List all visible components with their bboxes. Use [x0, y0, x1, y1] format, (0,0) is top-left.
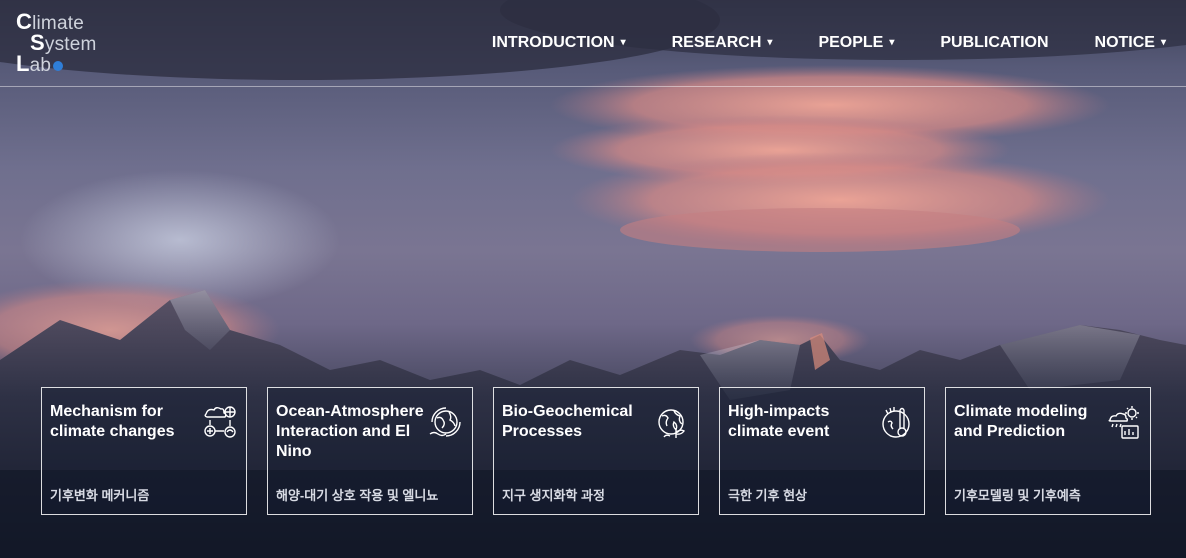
hero-banner: Climate System Lab INTRODUCTION ▾ RESEARC…	[0, 0, 1186, 558]
card-subtitle: 극한 기후 현상	[728, 488, 807, 503]
card-high-impacts[interactable]: High-impacts climate event 극한 기후 현상	[719, 387, 925, 515]
logo-line-system: System	[30, 30, 97, 55]
card-title: Mechanism for climate changes	[50, 403, 175, 440]
card-title: Climate modeling and Prediction	[954, 403, 1088, 440]
card-climate-modeling[interactable]: Climate modeling and Prediction 기후모델링 및 …	[945, 387, 1151, 515]
nav-notice[interactable]: NOTICE ▾	[1095, 34, 1166, 52]
earth-plant-icon	[658, 409, 686, 438]
thermometer-icon	[882, 407, 910, 438]
ocean-globe-icon	[429, 407, 461, 437]
card-title: Ocean-Atmosphere Interaction and El Nino	[276, 403, 424, 460]
research-cards: Mechanism for climate changes 기후변화 메커니즘 …	[41, 387, 1151, 515]
card-title: Bio-Geochemical Processes	[502, 403, 633, 440]
logo-line-lab: Lab	[16, 53, 64, 75]
nav-introduction[interactable]: INTRODUCTION ▾	[492, 34, 626, 52]
main-nav: INTRODUCTION ▾ RESEARCH ▾ PEOPLE ▾ PUBLICAT…	[446, 34, 1166, 52]
card-mechanism[interactable]: Mechanism for climate changes 기후변화 메커니즘	[41, 387, 247, 515]
top-navigation-bar: Climate System Lab INTRODUCTION ▾ RESEARC…	[0, 0, 1186, 87]
climate-mechanism-icon	[204, 406, 236, 438]
card-subtitle: 기후모델링 및 기후예측	[954, 488, 1081, 503]
globe-icon	[53, 60, 64, 71]
card-subtitle: 지구 생지화학 과정	[502, 488, 605, 503]
card-title: High-impacts climate event	[728, 403, 830, 440]
card-subtitle: 기후변화 메커니즘	[50, 488, 150, 503]
nav-publication[interactable]: PUBLICATION	[940, 34, 1048, 52]
card-ocean-atmosphere[interactable]: Ocean-Atmosphere Interaction and El Nino…	[267, 387, 473, 515]
nav-research[interactable]: RESEARCH ▾	[672, 34, 773, 52]
chevron-down-icon: ▾	[767, 36, 773, 48]
card-subtitle: 해양-대기 상호 작용 및 엘니뇨	[276, 488, 439, 503]
card-bio-geochemical[interactable]: Bio-Geochemical Processes 지구 생지화학 과정	[493, 387, 699, 515]
chevron-down-icon: ▾	[1160, 36, 1166, 48]
logo-line-climate: Climate	[16, 9, 84, 34]
chevron-down-icon: ▾	[620, 36, 626, 48]
chevron-down-icon: ▾	[889, 36, 895, 48]
nav-people[interactable]: PEOPLE ▾	[818, 34, 894, 52]
site-logo[interactable]: Climate System Lab	[16, 9, 126, 76]
weather-forecast-icon	[1108, 406, 1139, 439]
